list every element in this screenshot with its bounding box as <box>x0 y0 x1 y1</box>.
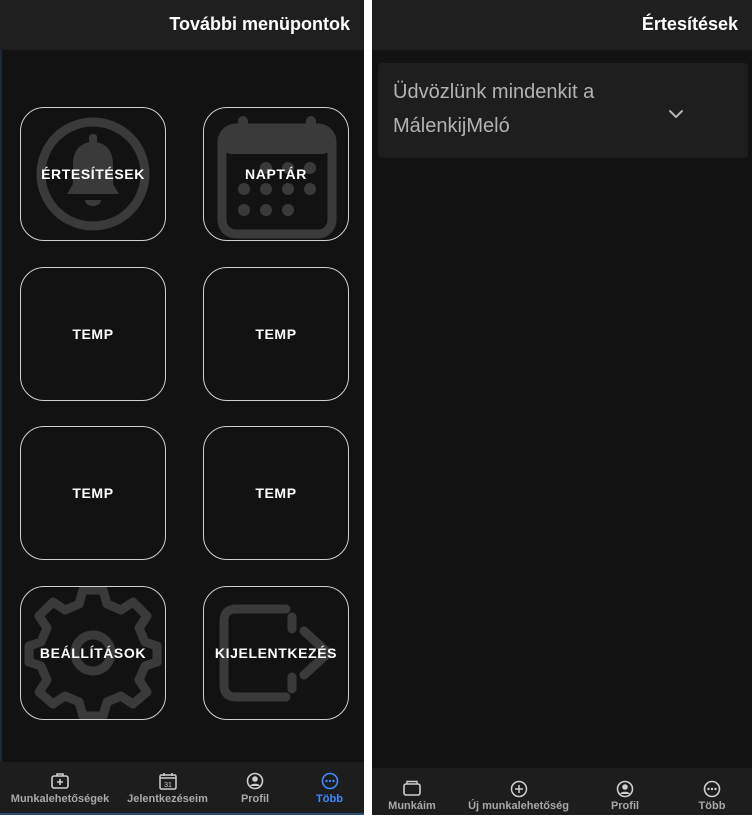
briefcase-plus-icon <box>51 773 69 789</box>
svg-text:31: 31 <box>164 782 172 789</box>
tile-temp-4[interactable]: TEMP <box>203 426 349 560</box>
user-circle-icon <box>246 772 264 790</box>
nav-tobb[interactable]: Több <box>672 768 752 815</box>
app-header: Értesítések <box>372 0 752 50</box>
left-edge-divider <box>0 0 2 815</box>
notification-accordion[interactable]: Üdvözlünk mindenkit a MálenkijMeló <box>378 63 748 158</box>
page-title: További menüpontok <box>169 14 350 34</box>
bottom-navigation: Munkalehetőségek 31 Jelentkezéseim Profi… <box>0 762 364 815</box>
tile-label: KIJELENTKEZÉS <box>214 645 338 661</box>
tile-settings[interactable]: BEÁLLÍTÁSOK <box>20 586 166 720</box>
tile-label: TEMP <box>255 485 297 501</box>
tile-label: TEMP <box>72 326 114 342</box>
app-header: További menüpontok <box>0 0 364 50</box>
user-circle-icon <box>616 780 634 798</box>
notification-text: Üdvözlünk mindenkit a MálenkijMeló <box>393 81 595 137</box>
tile-label: NAPTÁR <box>245 166 307 182</box>
notifications-screen: Értesítések Üdvözlünk mindenkit a Málenk… <box>372 0 752 815</box>
nav-profil[interactable]: Profil <box>215 762 295 815</box>
more-menu-screen: További menüpontok ÉRTESÍTÉSEK NAPTÁR TE… <box>0 0 364 815</box>
page-title: Értesítések <box>641 14 738 34</box>
nav-uj-munkalehetoseg[interactable]: Új munkalehetőség <box>452 768 585 815</box>
nav-label: Új munkalehetőség <box>468 800 569 812</box>
nav-label: Profil <box>610 800 640 812</box>
tile-calendar[interactable]: NAPTÁR <box>203 107 349 241</box>
tile-temp-3[interactable]: TEMP <box>20 426 166 560</box>
nav-jelentkezeseim[interactable]: 31 Jelentkezéseim <box>120 762 215 815</box>
tile-label: TEMP <box>72 485 114 501</box>
more-dots-icon <box>321 772 338 790</box>
nav-label: Munkalehetőségek <box>10 793 110 805</box>
nav-profil[interactable]: Profil <box>585 768 665 815</box>
chevron-down-icon[interactable] <box>668 108 684 120</box>
tile-label: BEÁLLÍTÁSOK <box>39 645 147 661</box>
tile-label: TEMP <box>255 326 297 342</box>
nav-tobb[interactable]: Több <box>295 762 364 815</box>
briefcase-icon <box>403 780 421 796</box>
nav-munkalehetosegek[interactable]: Munkalehetőségek <box>0 762 120 815</box>
tile-logout[interactable]: KIJELENTKEZÉS <box>203 586 349 720</box>
plus-circle-icon <box>510 780 527 798</box>
tile-label: ÉRTESÍTÉSEK <box>41 166 145 182</box>
nav-label: Munkáim <box>388 800 436 812</box>
more-dots-icon <box>703 780 721 798</box>
tile-temp-2[interactable]: TEMP <box>203 267 349 401</box>
calendar-31-icon: 31 <box>158 773 177 790</box>
nav-label: Több <box>698 800 726 812</box>
nav-label: Jelentkezéseim <box>127 793 208 805</box>
bottom-navigation: Munkáim Új munkalehetőség Profil Több <box>372 768 752 815</box>
nav-label: Több <box>316 793 343 805</box>
nav-label: Profil <box>240 793 270 805</box>
tile-temp-1[interactable]: TEMP <box>20 267 166 401</box>
tile-notifications[interactable]: ÉRTESÍTÉSEK <box>20 107 166 241</box>
nav-munkaim[interactable]: Munkáim <box>372 768 452 815</box>
